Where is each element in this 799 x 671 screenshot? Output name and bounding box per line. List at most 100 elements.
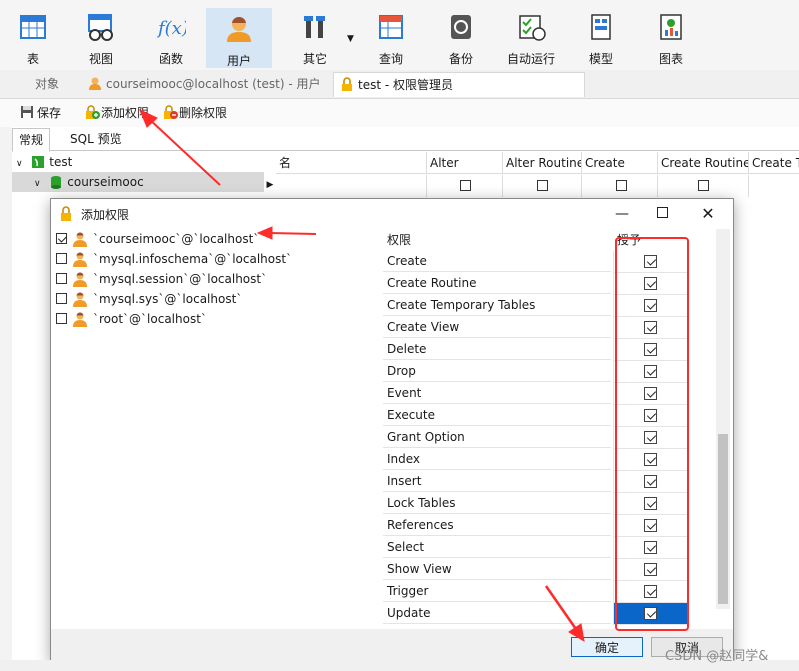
privilege-name: Create Routine: [383, 273, 611, 294]
toolbar-backup-button[interactable]: 备份: [428, 6, 494, 68]
chevron-down-icon[interactable]: ∨: [34, 179, 41, 189]
user-name: `mysql.session`@`localhost`: [93, 272, 268, 286]
toolbar-label: 模型: [588, 52, 613, 66]
dialog-title: 添加权限: [81, 208, 130, 222]
user-icon: [72, 231, 88, 247]
tab-user-editor[interactable]: courseimooc@localhost (test) - 用户: [84, 72, 330, 96]
user-name: `courseimooc`@`localhost`: [93, 232, 260, 246]
create-routine-checkbox[interactable]: [698, 180, 709, 191]
toolbar-view-button[interactable]: 视图: [68, 6, 134, 68]
add-privilege-label: 添加权限: [101, 106, 150, 120]
user-icon: [224, 14, 254, 44]
tab-sql-preview[interactable]: SQL 预览: [64, 128, 128, 150]
column-header-privilege: 权限: [387, 233, 412, 247]
editor-toolbar: 保存 添加权限 删除权限: [0, 99, 799, 127]
toolbar-label: 图表: [658, 52, 683, 66]
privilege-name: Delete: [383, 339, 611, 360]
database-icon: [49, 175, 63, 189]
tab-privilege-manager[interactable]: test - 权限管理员: [333, 72, 585, 97]
close-button[interactable]: ✕: [697, 203, 719, 225]
row-pointer-icon: ▶: [266, 180, 274, 190]
toolbar-model-button[interactable]: 模型: [568, 6, 634, 68]
tree-item-label: courseimooc: [67, 175, 144, 189]
delete-privilege-button[interactable]: 删除权限: [162, 104, 227, 122]
watermark: CSDN @赵同学&: [665, 649, 769, 664]
privilege-name: Drop: [383, 361, 611, 382]
tree-item-courseimooc[interactable]: ∨ courseimooc: [12, 172, 264, 192]
privilege-object-tree: ∨ test ∨ courseimooc: [12, 152, 264, 200]
toolbar-user-button[interactable]: 用户: [206, 8, 272, 68]
table-icon: [18, 12, 48, 42]
toolbar-label: 自动运行: [506, 52, 555, 66]
user-list: `courseimooc`@`localhost` `mysql.infosche…: [53, 229, 373, 629]
alter-routine-checkbox[interactable]: [537, 180, 548, 191]
tab-general[interactable]: 常规: [12, 128, 51, 152]
save-label: 保存: [37, 106, 62, 120]
tree-item-label: test: [49, 155, 73, 169]
privilege-name: Create Temporary Tables: [383, 295, 611, 316]
toolbar-label: 查询: [378, 52, 403, 66]
toolbar-table-button[interactable]: 表: [0, 6, 66, 68]
user-checkbox[interactable]: [56, 273, 67, 284]
dialog-titlebar: 添加权限 — ✕: [51, 199, 733, 229]
grid-cell: [276, 175, 427, 197]
user-checkbox[interactable]: [56, 253, 67, 264]
create-checkbox[interactable]: [616, 180, 627, 191]
view-icon: [86, 12, 116, 42]
privilege-name: Grant Option: [383, 427, 611, 448]
privilege-grid: 名 Alter Alter Routine Create Create Rout…: [276, 152, 799, 198]
annotation-box: [615, 237, 689, 631]
minimize-button[interactable]: —: [611, 203, 633, 225]
privilege-name: References: [383, 515, 611, 536]
save-button[interactable]: 保存: [20, 104, 61, 122]
grid-header-create-t: Create T: [749, 152, 799, 174]
alter-checkbox[interactable]: [460, 180, 471, 191]
tree-item-test[interactable]: ∨ test: [16, 152, 72, 172]
tab-label: courseimooc@localhost (test) - 用户: [106, 77, 321, 91]
toolbar-other-button[interactable]: 其它: [282, 6, 348, 68]
toolbar-schedule-button[interactable]: 自动运行: [498, 6, 564, 68]
tab-bar: 对象 courseimooc@localhost (test) - 用户 tes…: [0, 70, 799, 99]
close-icon: ✕: [701, 204, 715, 223]
user-name: `root`@`localhost`: [93, 312, 207, 326]
user-checkbox[interactable]: [56, 293, 67, 304]
model-icon: [586, 12, 616, 42]
toolbar-function-button[interactable]: f(x) 函数: [138, 6, 204, 68]
tab-objects[interactable]: 对象: [14, 72, 80, 96]
schedule-icon: [516, 12, 546, 42]
privilege-name: Execute: [383, 405, 611, 426]
user-checkbox[interactable]: [56, 313, 67, 324]
vertical-scrollbar[interactable]: [716, 229, 730, 609]
toolbar-label: 备份: [448, 52, 473, 66]
user-icon: [72, 251, 88, 267]
maximize-button[interactable]: [651, 203, 673, 225]
user-name: `mysql.infoschema`@`localhost`: [93, 252, 293, 266]
toolbar-label: 视图: [88, 52, 113, 66]
lock-remove-icon: [162, 105, 178, 119]
chevron-down-icon[interactable]: ∨: [16, 159, 23, 169]
grid-header-create: Create: [582, 152, 658, 174]
toolbar-chart-button[interactable]: 图表: [638, 6, 704, 68]
grid-cell: [503, 175, 582, 197]
privilege-name: Trigger: [383, 581, 611, 602]
privilege-name: Update: [383, 603, 611, 624]
scrollbar-thumb[interactable]: [718, 434, 728, 604]
grid-header-alter: Alter: [427, 152, 503, 174]
ok-button[interactable]: 确定: [571, 637, 643, 657]
privilege-name: Event: [383, 383, 611, 404]
save-icon: [20, 105, 34, 119]
chevron-down-icon[interactable]: ▼: [347, 34, 354, 44]
lock-icon: [340, 75, 354, 91]
grid-cell: [658, 175, 749, 197]
add-privilege-button[interactable]: 添加权限: [84, 104, 149, 122]
left-panel-edge: [0, 99, 12, 671]
user-checkbox[interactable]: [56, 233, 67, 244]
lock-add-icon: [84, 105, 100, 119]
privilege-name: Insert: [383, 471, 611, 492]
maximize-icon: [656, 207, 668, 218]
privilege-name: Create View: [383, 317, 611, 338]
toolbar-label: 其它: [302, 52, 327, 66]
toolbar-label: 用户: [226, 54, 251, 68]
toolbar-label: 函数: [158, 52, 183, 66]
toolbar-query-button[interactable]: 查询: [358, 6, 424, 68]
